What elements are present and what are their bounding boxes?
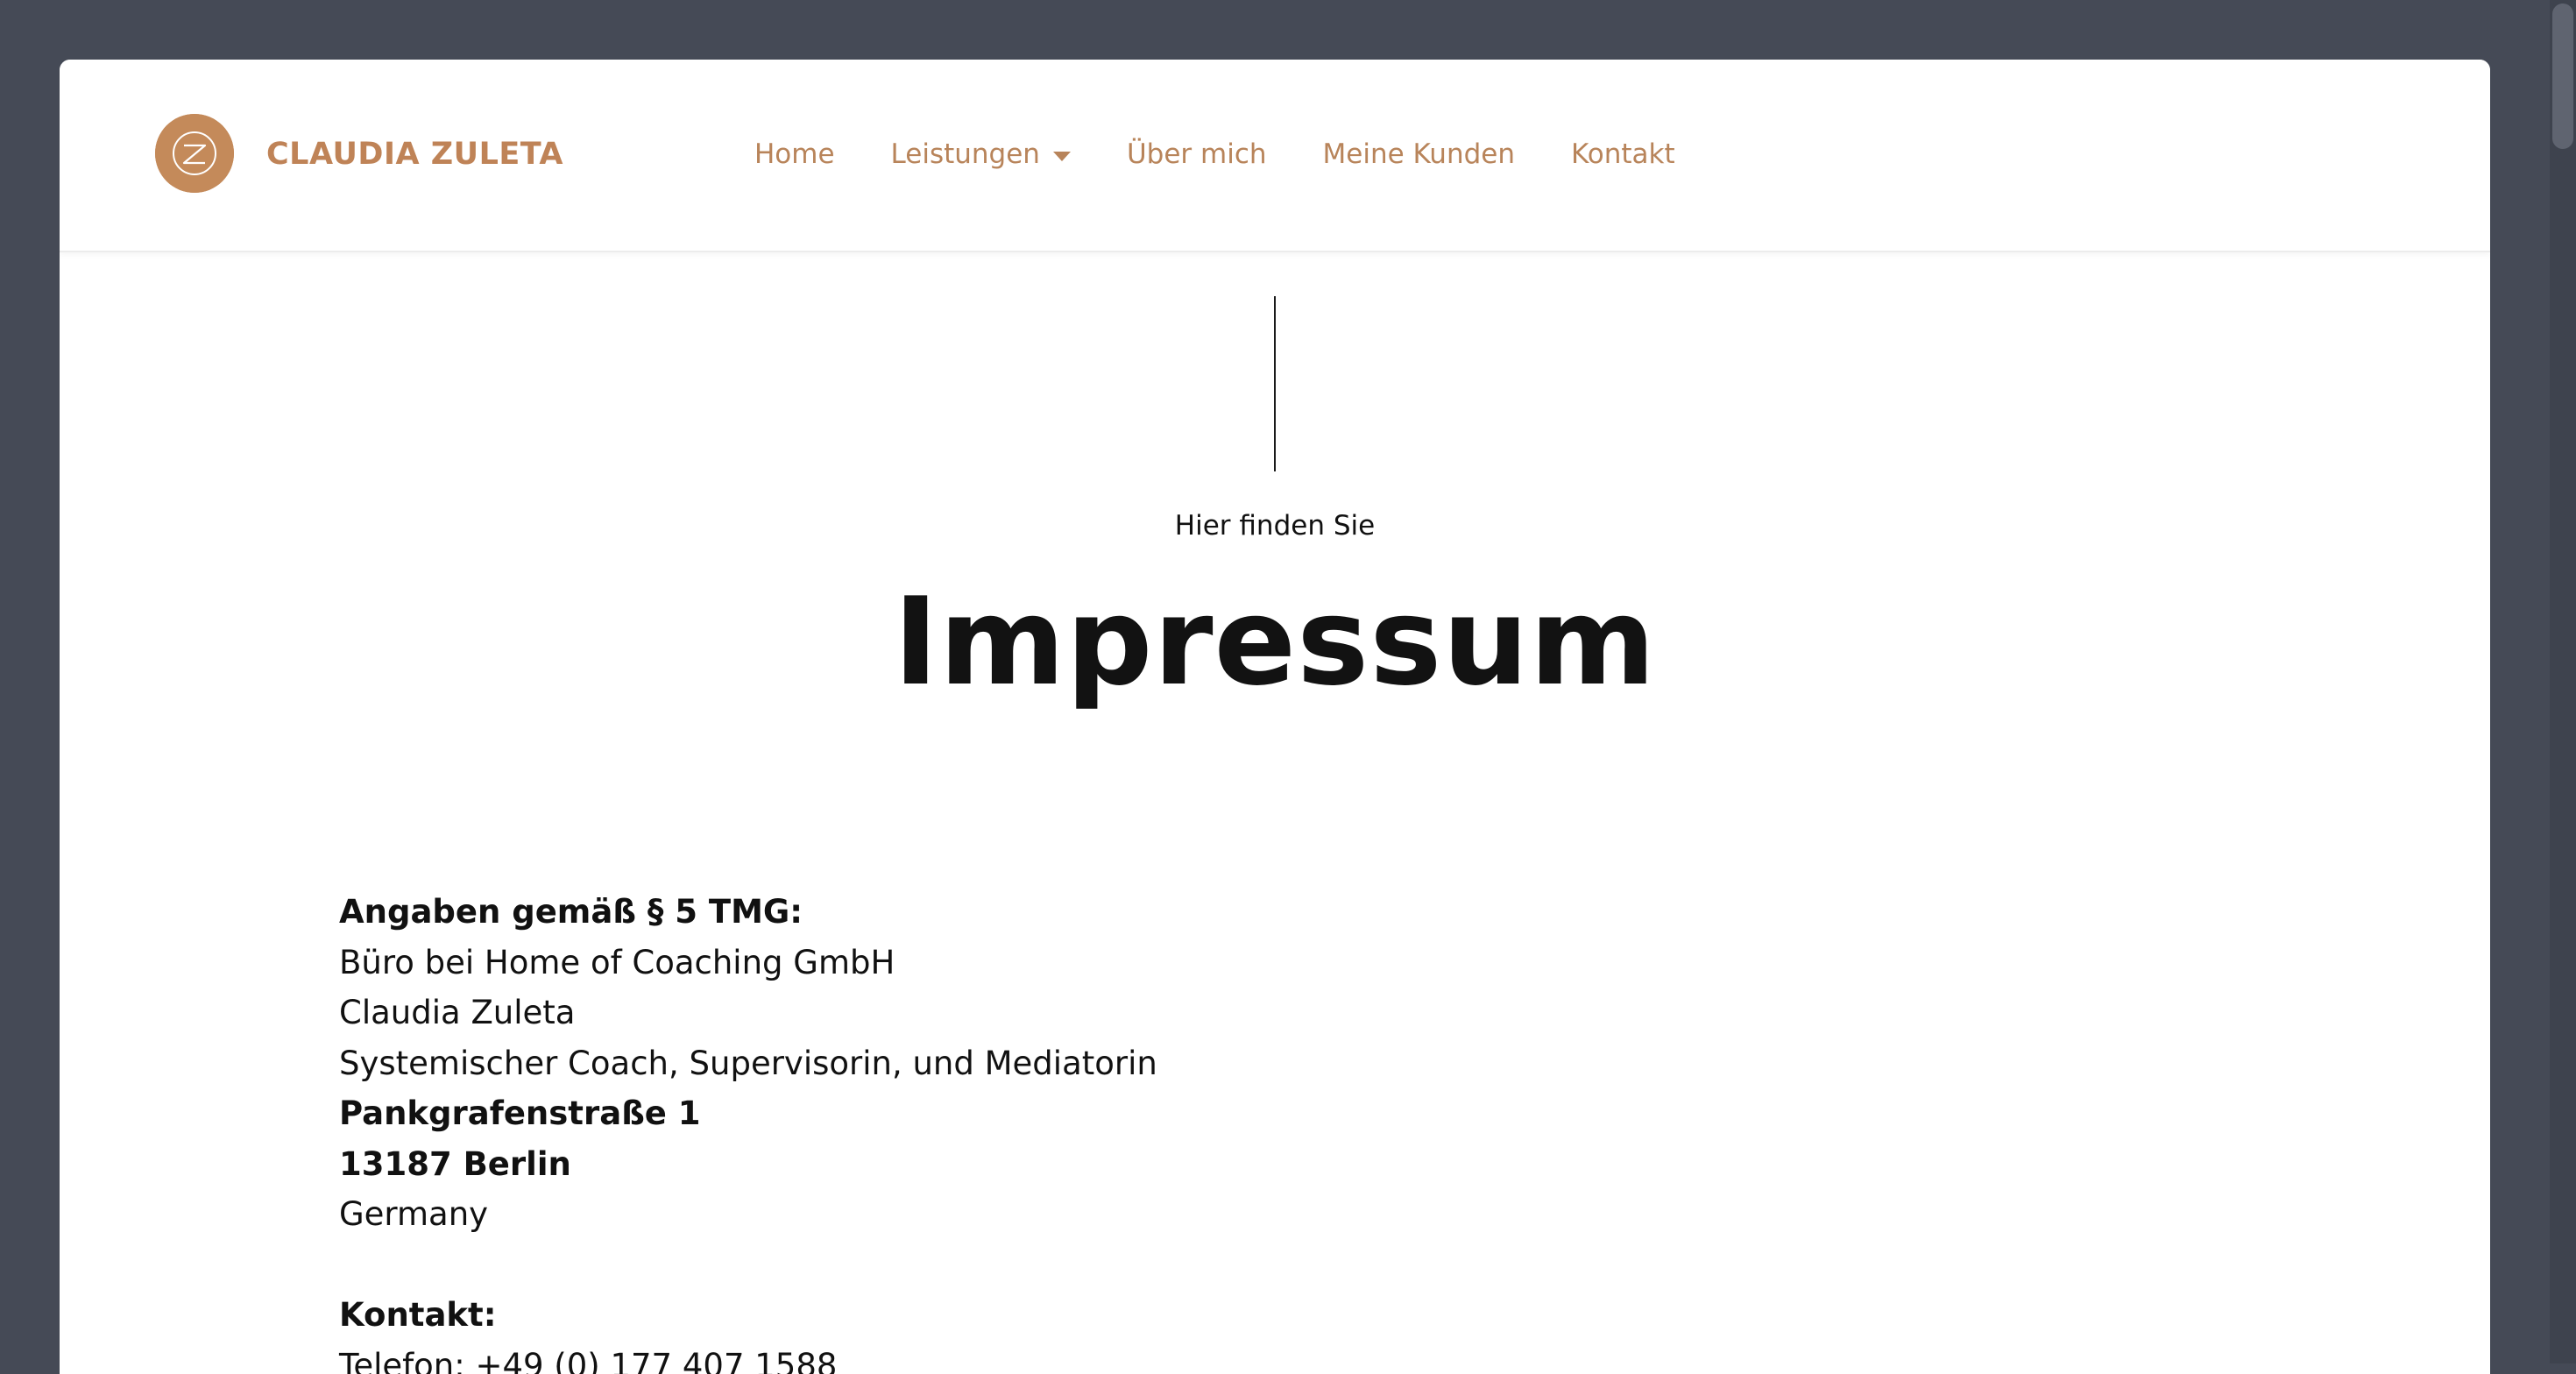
cz-monogram-icon xyxy=(155,114,234,193)
browser-viewport: CLAUDIA ZULETA Home Leistungen Über mich… xyxy=(0,0,2550,1363)
nav-item-leistungen[interactable]: Leistungen xyxy=(891,133,1071,175)
logo-link[interactable] xyxy=(155,114,234,193)
scrollbar[interactable] xyxy=(2550,0,2576,1363)
nav-item-home-label: Home xyxy=(754,133,835,175)
section-heading: Angaben gemäß § 5 TMG: xyxy=(339,887,2091,938)
page-title: Impressum xyxy=(60,568,2490,717)
nav-item-ueber-mich-label: Über mich xyxy=(1127,133,1267,175)
main-navigation: Home Leistungen Über mich Meine Kunden K… xyxy=(754,133,1675,175)
city-line: 13187 Berlin xyxy=(339,1139,2091,1190)
office-line: Büro bei Home of Coaching GmbH xyxy=(339,938,2091,988)
nav-item-meine-kunden-label: Meine Kunden xyxy=(1323,133,1515,175)
nav-item-home[interactable]: Home xyxy=(754,133,835,175)
nav-item-kontakt[interactable]: Kontakt xyxy=(1571,133,1675,175)
profession-line: Systemischer Coach, Supervisorin, und Me… xyxy=(339,1038,2091,1089)
nav-item-meine-kunden[interactable]: Meine Kunden xyxy=(1323,133,1515,175)
page-card: CLAUDIA ZULETA Home Leistungen Über mich… xyxy=(60,60,2490,1374)
site-header: CLAUDIA ZULETA Home Leistungen Über mich… xyxy=(60,60,2490,252)
hero-eyebrow: Hier finden Sie xyxy=(60,506,2490,545)
contact-heading: Kontakt: xyxy=(339,1290,2091,1341)
name-line: Claudia Zuleta xyxy=(339,988,2091,1038)
country-line: Germany xyxy=(339,1189,2091,1240)
phone-line[interactable]: Telefon: +49 (0) 177 407 1588 xyxy=(339,1341,2091,1374)
brand-name[interactable]: CLAUDIA ZULETA xyxy=(266,133,563,175)
impressum-content: Angaben gemäß § 5 TMG: Büro bei Home of … xyxy=(339,887,2091,1374)
nav-item-leistungen-label: Leistungen xyxy=(891,133,1040,175)
street-line: Pankgrafenstraße 1 xyxy=(339,1088,2091,1139)
scroll-thumb[interactable] xyxy=(2552,4,2573,149)
nav-item-kontakt-label: Kontakt xyxy=(1571,133,1675,175)
nav-item-ueber-mich[interactable]: Über mich xyxy=(1127,133,1267,175)
caret-down-icon xyxy=(1053,152,1071,161)
spacer xyxy=(339,1240,2091,1291)
vertical-divider xyxy=(1274,296,1276,471)
